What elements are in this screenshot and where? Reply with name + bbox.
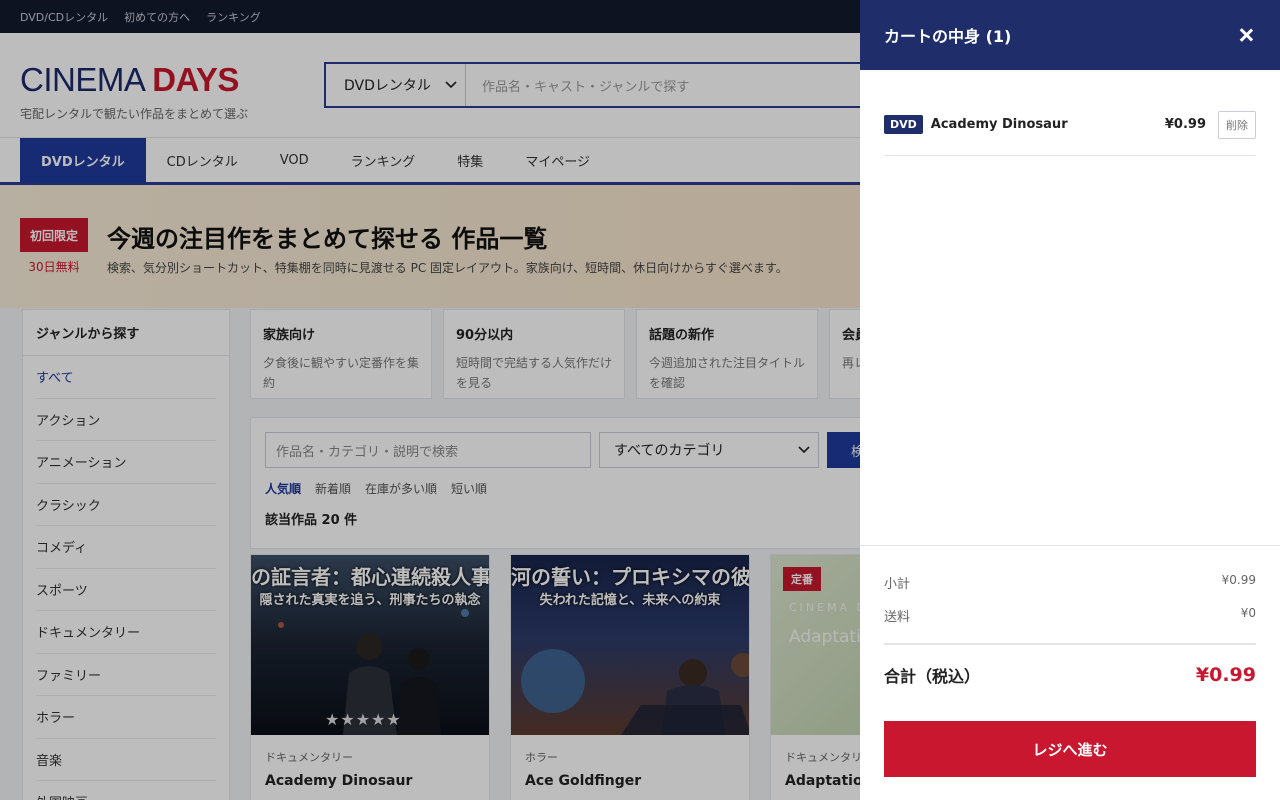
remove-button[interactable]: 削除 xyxy=(1218,110,1256,139)
total-value: ¥0.99 xyxy=(1195,664,1256,686)
total-label: 合計（税込） xyxy=(884,667,981,686)
format-badge: DVD xyxy=(884,115,923,134)
checkout-button[interactable]: レジへ進む xyxy=(884,721,1256,777)
total-row: 合計（税込） ¥0.99 xyxy=(884,663,1256,687)
cart-header: カートの中身 (1) xyxy=(860,0,1280,70)
cart-drawer: カートの中身 (1) DVD Academy Dinosaur ¥0.99 削除… xyxy=(860,0,1280,800)
cart-item-name: Academy Dinosaur xyxy=(930,117,1068,132)
subtotal-row: 小計 ¥0.99 xyxy=(884,573,1256,592)
shipping-row: 送料 ¥0 xyxy=(884,606,1256,645)
cart-item-price: ¥0.99 xyxy=(1164,117,1206,132)
backdrop-overlay[interactable] xyxy=(0,0,860,800)
cart-title: カートの中身 (1) xyxy=(884,27,1012,46)
subtotal-value: ¥0.99 xyxy=(1221,573,1256,587)
shipping-value: ¥0 xyxy=(1240,606,1256,620)
shipping-label: 送料 xyxy=(884,610,911,625)
cart-summary: 小計 ¥0.99 送料 ¥0 合計（税込） ¥0.99 レジへ進む xyxy=(860,545,1280,800)
close-icon[interactable] xyxy=(1236,25,1256,45)
subtotal-label: 小計 xyxy=(884,577,911,592)
cart-item: DVD Academy Dinosaur ¥0.99 削除 xyxy=(884,70,1256,156)
